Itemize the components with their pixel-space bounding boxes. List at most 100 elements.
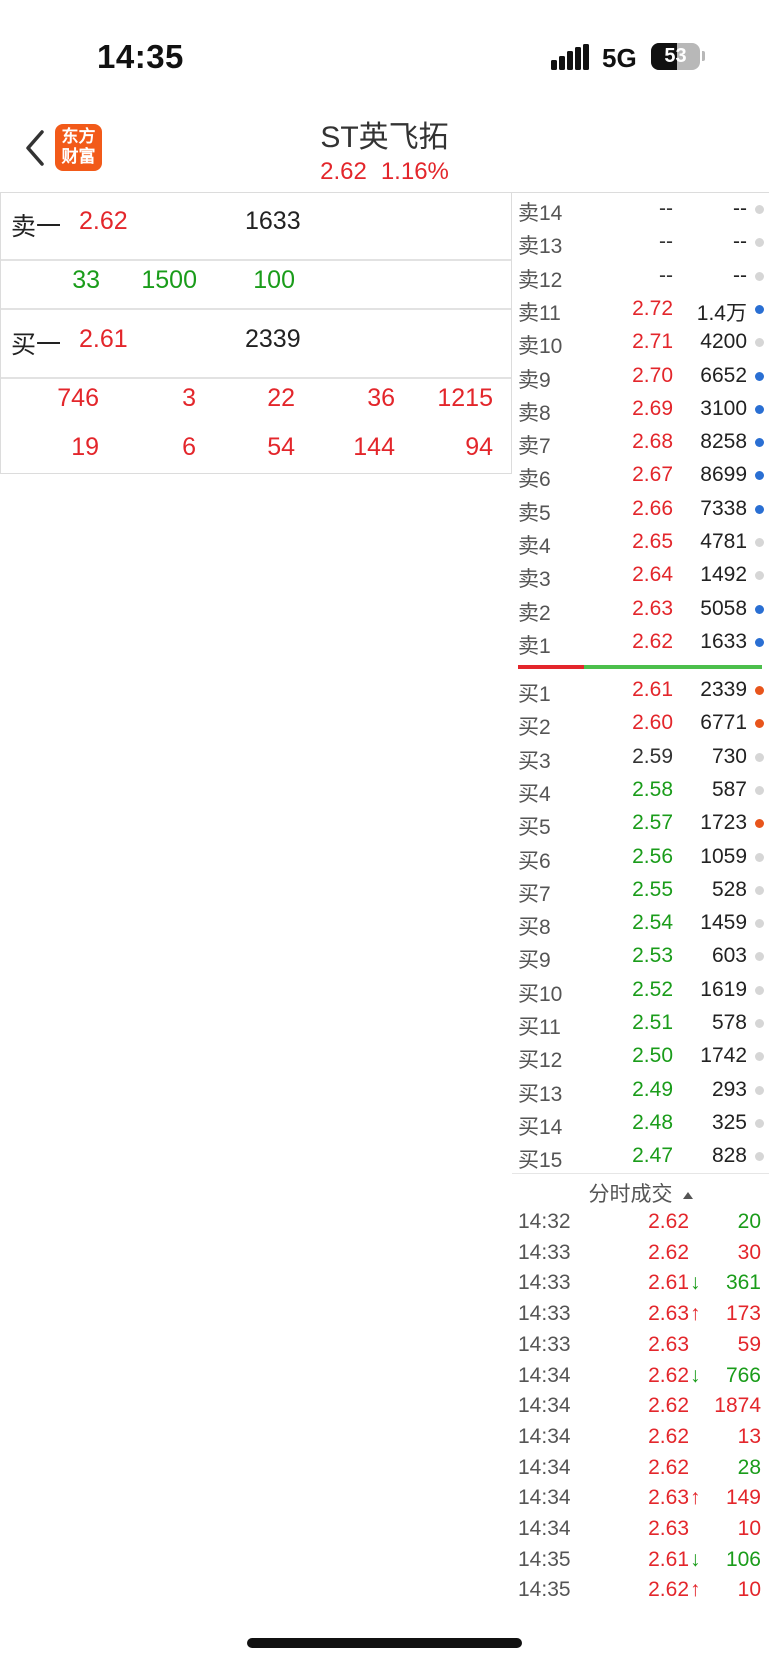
bid-row[interactable]: 买11 2.51 578: [512, 1007, 769, 1040]
buy-queue-cell: 54: [267, 433, 295, 461]
trade-time: 14:34: [518, 1486, 571, 1509]
trade-time: 14:35: [518, 1548, 571, 1571]
trade-price: 2.62: [648, 1241, 689, 1264]
buy-queue-cell: 22: [267, 384, 295, 412]
ask-row[interactable]: 卖10 2.71 4200: [512, 326, 769, 359]
sell1-volume: 1633: [245, 207, 301, 235]
status-time: 14:35: [97, 38, 184, 75]
level-price: 2.64: [632, 563, 673, 586]
trade-row: 14:34 2.63 10: [512, 1514, 769, 1545]
trade-time: 14:33: [518, 1271, 571, 1294]
level-volume: 1059: [700, 845, 747, 868]
trade-row: 14:34 2.62 28: [512, 1453, 769, 1484]
ask-row[interactable]: 卖3 2.64 1492: [512, 559, 769, 592]
bid-row[interactable]: 买12 2.50 1742: [512, 1040, 769, 1073]
level-label: 卖8: [518, 402, 551, 425]
buy-queue-cell: 19: [71, 433, 99, 461]
level-status-dot-icon: [755, 952, 764, 961]
level-status-dot-icon: [755, 686, 764, 695]
bid-row[interactable]: 买10 2.52 1619: [512, 974, 769, 1007]
trade-arrow-icon: ↓: [690, 1364, 701, 1387]
buy-queue-cell: 746: [57, 384, 99, 412]
ask-row[interactable]: 卖4 2.65 4781: [512, 526, 769, 559]
level-volume: 5058: [700, 597, 747, 620]
level-label: 买6: [518, 850, 551, 873]
bid-row[interactable]: 买2 2.60 6771: [512, 707, 769, 740]
bid-row[interactable]: 买13 2.49 293: [512, 1074, 769, 1107]
level-status-dot-icon: [755, 1086, 764, 1095]
trade-volume: 20: [737, 1210, 761, 1233]
level-status-dot-icon: [755, 405, 764, 414]
bid-row[interactable]: 买9 2.53 603: [512, 940, 769, 973]
level-status-dot-icon: [755, 571, 764, 580]
bid-row[interactable]: 买4 2.58 587: [512, 774, 769, 807]
level-label: 买2: [518, 716, 551, 739]
bid-row[interactable]: 买3 2.59 730: [512, 741, 769, 774]
trade-price: 2.62: [648, 1364, 689, 1387]
stock-change-pct: 1.16%: [380, 158, 449, 185]
battery-cap: [702, 51, 705, 61]
trades-header[interactable]: 分时成交: [512, 1173, 769, 1207]
ask-row[interactable]: 卖9 2.70 6652: [512, 360, 769, 393]
bid-row[interactable]: 买15 2.47 828: [512, 1140, 769, 1173]
level-label: 卖10: [518, 335, 563, 358]
battery-level: 53: [664, 45, 687, 67]
level-status-dot-icon: [755, 986, 764, 995]
level-volume: 293: [711, 1078, 747, 1101]
divider: [1, 259, 511, 261]
ask-row[interactable]: 卖8 2.69 3100: [512, 393, 769, 426]
trade-row: 14:34 2.63 ↑ 149: [512, 1483, 769, 1514]
ask-row[interactable]: 卖1 2.62 1633: [512, 626, 769, 659]
level-volume: 578: [711, 1011, 747, 1034]
level-price: 2.68: [632, 430, 673, 453]
trade-volume: 1874: [714, 1394, 761, 1417]
level-label: 卖13: [518, 235, 563, 258]
level-status-dot-icon: [755, 538, 764, 547]
level-price: 2.52: [632, 978, 673, 1001]
bid-ratio-bar: [584, 665, 762, 669]
trade-price: 2.63: [648, 1486, 689, 1509]
bid-row[interactable]: 买1 2.61 2339: [512, 674, 769, 707]
level-volume: 1633: [700, 630, 747, 653]
level-label: 卖4: [518, 535, 551, 558]
ask-row[interactable]: 卖12 -- --: [512, 260, 769, 293]
bid-row[interactable]: 买6 2.56 1059: [512, 841, 769, 874]
level-volume: 6652: [700, 364, 747, 387]
ask-row[interactable]: 卖14 -- --: [512, 193, 769, 226]
level-status-dot-icon: [755, 1119, 764, 1128]
trade-price: 2.61: [648, 1548, 689, 1571]
trade-row: 14:32 2.62 20: [512, 1207, 769, 1238]
level-price: 2.65: [632, 530, 673, 553]
trade-volume: 106: [725, 1548, 761, 1571]
trade-volume: 149: [725, 1486, 761, 1509]
level-price: 2.63: [632, 597, 673, 620]
ask-row[interactable]: 卖6 2.67 8699: [512, 459, 769, 492]
ask-row[interactable]: 卖5 2.66 7338: [512, 493, 769, 526]
level-status-dot-icon: [755, 853, 764, 862]
level-label: 卖12: [518, 269, 563, 292]
buy1-label: 买一: [11, 331, 62, 359]
level-status-dot-icon: [755, 438, 764, 447]
trade-row: 14:33 2.62 30: [512, 1238, 769, 1269]
level-status-dot-icon: [755, 605, 764, 614]
level-volume: 603: [711, 944, 747, 967]
level-status-dot-icon: [755, 753, 764, 762]
level-status-dot-icon: [755, 238, 764, 247]
level-label: 买10: [518, 983, 563, 1006]
ask-row[interactable]: 卖7 2.68 8258: [512, 426, 769, 459]
sell1-label: 卖一: [11, 213, 62, 241]
level-volume: 4781: [700, 530, 747, 553]
ask-row[interactable]: 卖11 2.72 1.4万: [512, 293, 769, 326]
bid-row[interactable]: 买5 2.57 1723: [512, 807, 769, 840]
level-price: 2.50: [632, 1044, 673, 1067]
bid-row[interactable]: 买7 2.55 528: [512, 874, 769, 907]
level-volume: 587: [711, 778, 747, 801]
ask-row[interactable]: 卖2 2.63 5058: [512, 593, 769, 626]
level-status-dot-icon: [755, 505, 764, 514]
level-label: 卖5: [518, 502, 551, 525]
home-indicator[interactable]: [247, 1638, 522, 1648]
bid-row[interactable]: 买14 2.48 325: [512, 1107, 769, 1140]
bid-row[interactable]: 买8 2.54 1459: [512, 907, 769, 940]
level-label: 买14: [518, 1116, 563, 1139]
ask-row[interactable]: 卖13 -- --: [512, 226, 769, 259]
